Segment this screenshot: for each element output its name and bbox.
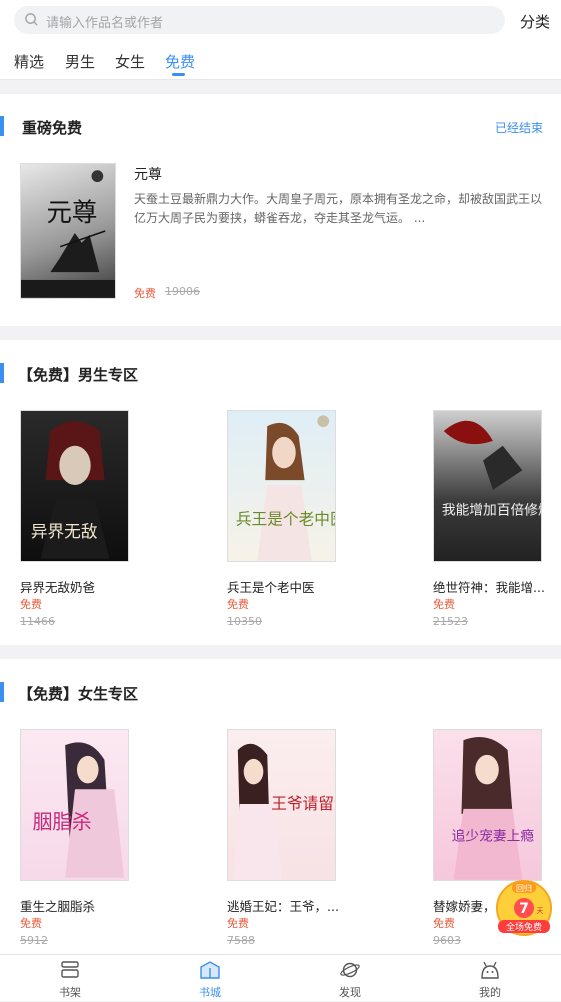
svg-text:7: 7 xyxy=(519,901,529,917)
svg-text:胭脂杀: 胭脂杀 xyxy=(33,811,92,834)
tab-free[interactable]: 免费 xyxy=(165,51,195,72)
bottom-nav: 书架 书城 发现 我的 xyxy=(0,954,561,1001)
svg-text:我能增加百倍修炼: 我能增加百倍修炼 xyxy=(442,502,541,518)
bookstore-icon xyxy=(200,961,220,979)
nav-label: 书架 xyxy=(59,986,81,999)
svg-text:回归: 回归 xyxy=(516,883,532,893)
tab-selected[interactable]: 精选 xyxy=(14,51,44,72)
book-cover[interactable]: 异界无敌 xyxy=(20,410,129,562)
category-button[interactable]: 分类 xyxy=(520,11,550,32)
book-cover[interactable]: 兵王是个老中医 xyxy=(227,410,336,562)
section-title: 【免费】女生专区 xyxy=(18,685,139,703)
nav-profile[interactable]: 我的 xyxy=(420,955,560,1002)
planet-icon xyxy=(340,962,360,978)
svg-text:追少宠妻上瘾: 追少宠妻上瘾 xyxy=(452,827,535,844)
book-original-price: 5912 xyxy=(20,934,48,947)
featured-book-title[interactable]: 元尊 xyxy=(134,164,162,184)
book-cover[interactable]: 王爷请留步 xyxy=(227,729,336,881)
nav-bookstore[interactable]: 书城 xyxy=(140,955,280,1002)
section-accent-bar xyxy=(0,116,4,136)
nav-label: 发现 xyxy=(339,986,361,999)
svg-text:王爷请留步: 王爷请留步 xyxy=(271,794,335,813)
book-title[interactable]: 替嫁娇妻，... xyxy=(433,896,503,915)
book-title[interactable]: 逃婚王妃：王爷，... xyxy=(227,896,339,915)
svg-text:兵王是个老中医: 兵王是个老中医 xyxy=(236,509,335,528)
profile-icon xyxy=(481,961,499,979)
section-accent-bar xyxy=(0,682,4,702)
featured-book-description: 天蚕土豆最新鼎力大作。大周皇子周元，原本拥有圣龙之命，却被敌国武王以亿万大周子民… xyxy=(134,192,543,225)
book-price-label: 免费 xyxy=(227,917,249,930)
svg-text:元尊: 元尊 xyxy=(46,198,97,228)
svg-text:天: 天 xyxy=(537,907,544,915)
section-title: 【免费】男生专区 xyxy=(18,366,139,384)
book-price-label: 免费 xyxy=(433,598,455,611)
book-cover[interactable]: 追少宠妻上瘾 xyxy=(433,729,542,881)
book-cover[interactable]: 胭脂杀 xyxy=(20,729,129,881)
book-original-price: 11466 xyxy=(20,615,55,628)
nav-label: 书城 xyxy=(199,986,221,999)
book-original-price: 9603 xyxy=(433,934,461,947)
book-price-label: 免费 xyxy=(20,598,42,611)
search-placeholder: 请输入作品名或作者 xyxy=(46,16,164,31)
book-title[interactable]: 兵王是个老中医 xyxy=(227,577,339,596)
bookshelf-icon xyxy=(61,961,79,978)
book-price-label: 免费 xyxy=(20,917,42,930)
book-price-label: 免费 xyxy=(227,598,249,611)
nav-discover[interactable]: 发现 xyxy=(280,955,420,1002)
book-title[interactable]: 绝世符神：我能增... xyxy=(433,577,545,596)
cover-art: 元尊 xyxy=(21,170,115,298)
book-original-price: 21523 xyxy=(433,615,468,628)
search-icon xyxy=(25,13,38,26)
status-link[interactable]: 已经结束 xyxy=(495,119,543,136)
free-promo-badge[interactable]: 回归 7 天 全场免费 xyxy=(494,878,554,940)
nav-label: 我的 xyxy=(479,986,501,999)
top-bar: 请输入作品名或作者 分类 精选 男生 女生 免费 xyxy=(0,0,561,80)
featured-price-label: 免费 xyxy=(134,287,156,300)
svg-text:全场免费: 全场免费 xyxy=(506,921,542,933)
search-input[interactable]: 请输入作品名或作者 xyxy=(14,6,505,34)
svg-text:异界无敌: 异界无敌 xyxy=(31,522,98,541)
section-title: 重磅免费 xyxy=(22,119,83,137)
featured-original-price: 19006 xyxy=(165,285,200,298)
active-tab-indicator xyxy=(172,73,185,76)
tab-female[interactable]: 女生 xyxy=(115,51,145,72)
gift-badge-icon: 回归 7 天 全场免费 xyxy=(496,880,552,936)
section-accent-bar xyxy=(0,363,4,383)
book-cover[interactable]: 我能增加百倍修炼 xyxy=(433,410,542,562)
featured-book-cover[interactable]: 元尊 xyxy=(20,163,116,299)
book-price-label: 免费 xyxy=(433,917,455,930)
book-original-price: 10350 xyxy=(227,615,262,628)
book-original-price: 7588 xyxy=(227,934,255,947)
book-title[interactable]: 异界无敌奶爸 xyxy=(20,577,132,596)
book-title[interactable]: 重生之胭脂杀 xyxy=(20,896,132,915)
nav-bookshelf[interactable]: 书架 xyxy=(0,955,140,1002)
tab-male[interactable]: 男生 xyxy=(65,51,95,72)
